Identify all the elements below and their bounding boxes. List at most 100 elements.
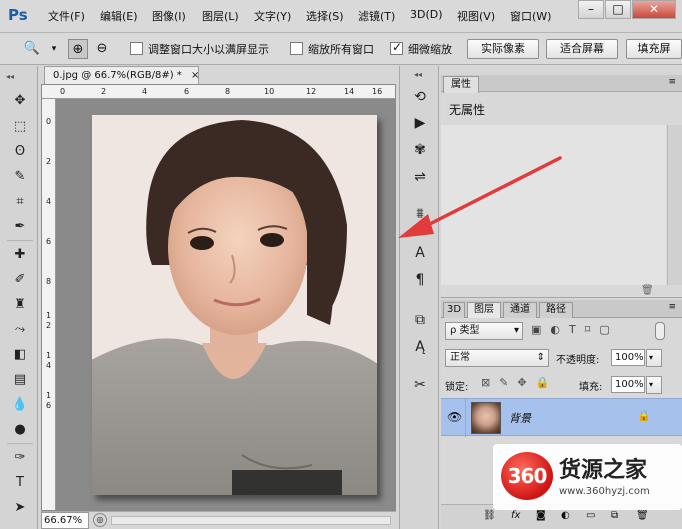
document-tab[interactable]: 0.jpg @ 66.7%(RGB/8#) * × (44, 66, 199, 84)
chevron-down-icon[interactable]: ▾ (44, 39, 64, 59)
fit-screen-button[interactable]: 适合屏幕 (546, 39, 618, 59)
filter-toggle-switch[interactable] (655, 322, 665, 340)
layer-name[interactable]: 背景 (509, 410, 531, 426)
menu-layer[interactable]: 图层(L) (202, 8, 239, 24)
pen-tool-icon[interactable]: ✑ (9, 447, 31, 469)
close-window-button[interactable]: ✕ (632, 0, 676, 19)
adjustment-layer-icon[interactable]: ◐ (561, 510, 570, 521)
character-styles-panel-icon[interactable]: ⧉ (409, 309, 431, 331)
scrubby-zoom-checkbox[interactable] (390, 40, 403, 55)
zoom-level-field[interactable]: 66.67% (41, 512, 89, 529)
zoom-in-icon[interactable]: ⊕ (68, 39, 88, 59)
properties-content-label: 无属性 (449, 103, 486, 117)
history-panel-icon[interactable]: ⟲ (409, 86, 431, 108)
mask-icon[interactable]: ◙ (536, 510, 546, 521)
tab-properties[interactable]: 属性 (443, 76, 479, 93)
zoom-tool-preset-icon[interactable]: 🔍 (22, 39, 42, 59)
minimize-button[interactable]: – (578, 0, 604, 19)
panel-menu-icon[interactable]: ≡ (668, 77, 676, 87)
tools-divider (7, 240, 33, 241)
ruler-tick-label: 4 (142, 87, 148, 96)
tab-channels[interactable]: 通道 (503, 302, 537, 318)
photoshop-logo: Ps (8, 6, 28, 24)
eyedropper-tool-icon[interactable]: ✒ (9, 216, 31, 238)
canvas-pasteboard[interactable] (56, 99, 395, 510)
menu-3d[interactable]: 3D(D) (410, 8, 443, 21)
maximize-button[interactable]: □ (605, 0, 631, 19)
healing-brush-tool-icon[interactable]: ✚ (9, 244, 31, 266)
quick-select-tool-icon[interactable]: ✎ (9, 166, 31, 188)
tab-layers[interactable]: 图层 (467, 302, 501, 318)
menu-image[interactable]: 图像(I) (152, 8, 186, 24)
menu-file[interactable]: 文件(F) (48, 8, 85, 24)
opacity-label: 不透明度: (556, 355, 600, 366)
layer-filter-icons[interactable]: ▣◐T⌑▢ (531, 323, 619, 336)
ruler-tick-label: 0 (46, 117, 52, 126)
tab-3d[interactable]: 3D (443, 302, 465, 318)
actions-panel-icon[interactable]: ▶ (409, 112, 431, 134)
layer-row[interactable]: 👁 背景 🔒 (441, 398, 682, 437)
portrait-illustration (92, 115, 377, 495)
panel-menu-icon[interactable]: ≡ (668, 302, 676, 312)
menu-window[interactable]: 窗口(W) (510, 8, 551, 24)
collapse-arrows-icon[interactable]: ◂◂ (6, 72, 14, 81)
new-layer-icon[interactable]: ⧉ (611, 510, 618, 521)
blend-mode-select[interactable]: 正常 ⇕ (445, 349, 549, 367)
move-tool-icon[interactable]: ✥ (9, 90, 31, 112)
lock-label: 锁定: (445, 382, 469, 393)
brush-tool-icon[interactable]: ✐ (9, 269, 31, 291)
path-selection-tool-icon[interactable]: ➤ (9, 497, 31, 519)
ruler-tick-label: 2 (46, 157, 52, 166)
menu-edit[interactable]: 编辑(E) (100, 8, 138, 24)
gradient-tool-icon[interactable]: ▤ (9, 369, 31, 391)
ruler-tick-label: 4 (46, 197, 52, 206)
opacity-field[interactable]: 100% (611, 349, 645, 366)
zoom-all-windows-checkbox[interactable] (290, 42, 303, 55)
actual-pixels-button[interactable]: 实际像素 (467, 39, 539, 59)
type-tool-icon[interactable]: T (9, 472, 31, 494)
menu-select[interactable]: 选择(S) (306, 8, 344, 24)
layer-thumbnail[interactable] (471, 402, 501, 434)
group-icon[interactable]: ▭ (586, 510, 595, 521)
status-info-icon[interactable]: ◎ (93, 513, 107, 527)
menu-view[interactable]: 视图(V) (457, 8, 495, 24)
menu-filter[interactable]: 滤镜(T) (358, 8, 395, 24)
eye-icon[interactable]: 👁 (447, 410, 462, 424)
portrait-photo[interactable] (92, 115, 377, 495)
layer-filter-select[interactable]: ρ 类型 ▾ (445, 322, 523, 340)
blur-tool-icon[interactable]: 💧 (9, 394, 31, 416)
tab-paths[interactable]: 路径 (539, 302, 573, 318)
fill-dropdown[interactable]: ▾ (646, 376, 662, 394)
watermark-title: 货源之家 (559, 458, 648, 483)
ruler-tick-label: 2 (101, 87, 107, 96)
eraser-tool-icon[interactable]: ◧ (9, 344, 31, 366)
lock-options-icons[interactable]: ⊠✎✥🔒 (481, 376, 558, 389)
close-tab-icon[interactable]: × (191, 70, 199, 81)
ruler-tick-label: 6 (46, 237, 52, 246)
paragraph-panel-icon[interactable]: ¶ (409, 269, 431, 291)
history-brush-tool-icon[interactable]: ⤳ (9, 319, 31, 341)
opacity-dropdown[interactable]: ▾ (646, 349, 662, 367)
ruler-tick-label: 12 (306, 87, 317, 96)
zoom-out-icon[interactable]: ⊖ (92, 39, 112, 59)
crop-tool-icon[interactable]: ⌗ (9, 191, 31, 213)
ruler-tick-label: 16 (372, 87, 383, 96)
ruler-tick-label: 6 (46, 401, 52, 410)
menu-type[interactable]: 文字(Y) (254, 8, 291, 24)
lasso-tool-icon[interactable]: ʘ (9, 141, 31, 163)
delete-layer-icon[interactable]: 🗑 (636, 510, 649, 521)
link-layers-icon[interactable]: ⛓ (483, 510, 496, 521)
trash-icon[interactable]: 🗑 (641, 285, 654, 296)
paragraph-styles-panel-icon[interactable]: Ą (409, 336, 431, 358)
collapse-arrows-icon[interactable]: ◂◂ (414, 70, 422, 79)
fill-screen-button[interactable]: 填充屏 (626, 39, 682, 59)
dodge-tool-icon[interactable]: ● (9, 419, 31, 441)
marquee-tool-icon[interactable]: ⬚ (9, 116, 31, 138)
horizontal-scrollbar[interactable] (111, 516, 391, 525)
resize-windows-checkbox[interactable] (130, 42, 143, 55)
tools-panel-icon[interactable]: ✂ (409, 374, 431, 396)
fx-icon[interactable]: fx (511, 510, 520, 521)
properties-scrollbar[interactable] (667, 125, 682, 285)
clone-stamp-tool-icon[interactable]: ♜ (9, 294, 31, 316)
fill-field[interactable]: 100% (611, 376, 645, 393)
